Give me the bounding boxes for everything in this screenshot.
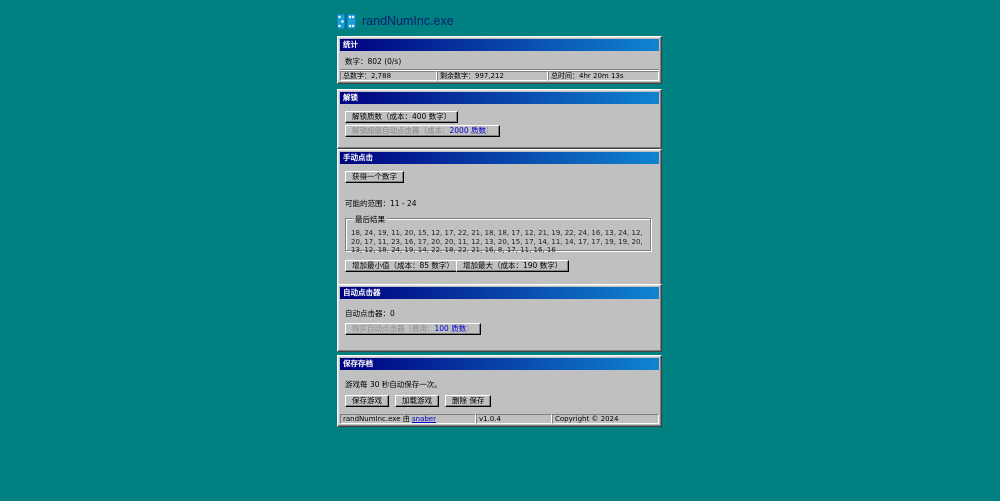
author-link[interactable]: snaber (412, 415, 436, 423)
stats-window: 统计 数字：802 (0/s) 总数字：2,788 剩余数字：997,212 总… (337, 36, 662, 84)
recent-results-list: 18, 24, 19, 11, 20, 15, 12, 17, 22, 21, … (351, 229, 643, 254)
recent-results-group: 最后结果 18, 24, 19, 11, 20, 15, 12, 17, 22,… (345, 214, 651, 254)
buy-autoclicker-button[interactable]: 购买自动点击器（费用：100 质数） (345, 323, 481, 335)
stats-titlebar: 统计 (340, 39, 659, 51)
app-container: randNumInc.exe 统计 数字：802 (0/s) 总数字：2,788… (337, 8, 662, 427)
autoclicker-titlebar: 自动点击器 (340, 287, 659, 299)
increase-max-button[interactable]: 增加最大（成本：190 数字） (456, 260, 570, 272)
save-window: 保存存档 游戏每 30 秒自动保存一次。 保存游戏 加载游戏 删除 保存 ran… (337, 355, 662, 427)
footer-statusbar: randNumInc.exe 由 snaber v1.0.4 Copyright… (340, 414, 659, 424)
load-game-button[interactable]: 加载游戏 (395, 395, 439, 407)
unlock-super-autoclicker-button[interactable]: 解锁超级自动点击器（成本：2000 质数） (345, 125, 501, 137)
get-number-button[interactable]: 获得一个数字 (345, 171, 404, 183)
app-title: randNumInc.exe (362, 14, 454, 28)
autoclicker-window: 自动点击器 自动点击器：0 购买自动点击器（费用：100 质数） (337, 284, 662, 352)
credit-text: randNumInc.exe 由 (343, 415, 412, 423)
unlocks-window: 解锁 解锁质数（成本：400 数字） 解锁超级自动点击器（成本：2000 质数） (337, 89, 662, 149)
numbers-count: 数字：802 (0/s) (345, 57, 402, 66)
range-text: 可能的范围：11 - 24 (345, 199, 417, 208)
recent-results-legend: 最后结果 (353, 214, 387, 225)
unlock-super-suffix: ） (485, 126, 494, 135)
total-numbers: 总数字：2,788 (340, 71, 437, 81)
version-text: v1.0.4 (476, 414, 552, 424)
unlock-super-label: 解锁超级自动点击器（成本： (352, 126, 450, 135)
unlock-primes-button[interactable]: 解锁质数（成本：400 数字） (345, 111, 459, 123)
unlock-super-cost: 2000 质数 (449, 126, 486, 135)
buy-autoclicker-suffix: ） (466, 324, 474, 333)
autoclicker-count: 自动点击器：0 (345, 309, 395, 318)
unlocks-titlebar: 解锁 (340, 92, 659, 104)
autosave-info: 游戏每 30 秒自动保存一次。 (345, 380, 442, 389)
buy-autoclicker-label: 购买自动点击器（费用： (352, 324, 435, 333)
manual-click-titlebar: 手动点击 (340, 152, 659, 164)
increase-min-button[interactable]: 增加最小值（成本：85 数字） (345, 260, 461, 272)
delete-save-button[interactable]: 删除 保存 (445, 395, 492, 407)
save-titlebar: 保存存档 (340, 358, 659, 370)
copyright-text: Copyright © 2024 (552, 414, 659, 424)
dice-icon (337, 13, 356, 29)
stats-statusbar: 总数字：2,788 剩余数字：997,212 总时间：4hr 20m 13s (340, 71, 659, 81)
manual-click-window: 手动点击 获得一个数字 可能的范围：11 - 24 最后结果 18, 24, 1… (337, 149, 662, 286)
total-time: 总时间：4hr 20m 13s (548, 71, 659, 81)
save-game-button[interactable]: 保存游戏 (345, 395, 389, 407)
app-header: randNumInc.exe (337, 8, 662, 34)
buy-autoclicker-cost: 100 质数 (434, 324, 467, 333)
credit-cell: randNumInc.exe 由 snaber (340, 414, 476, 424)
remaining-numbers: 剩余数字：997,212 (437, 71, 548, 81)
